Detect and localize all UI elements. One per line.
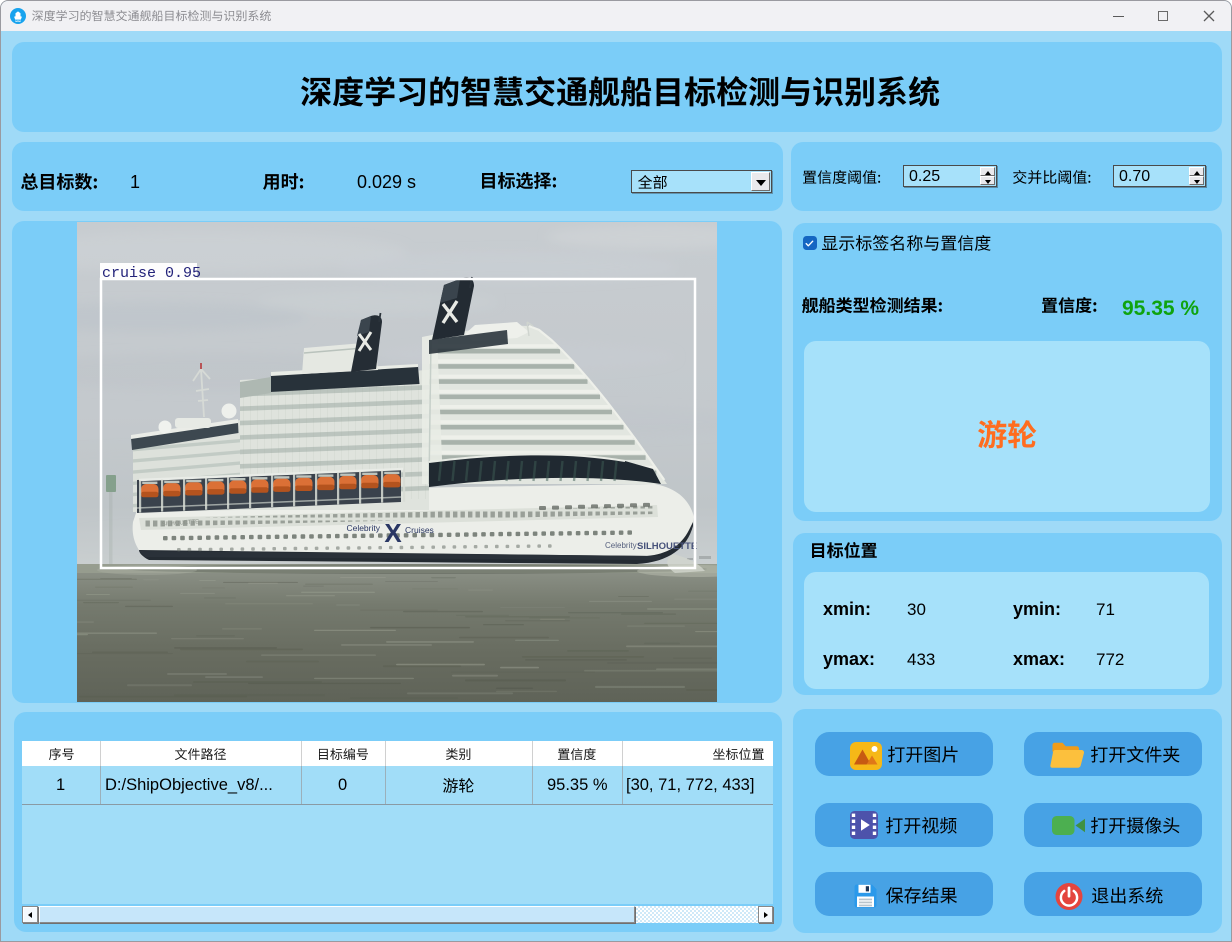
svg-text:cruise 0.95: cruise 0.95 (102, 265, 201, 282)
svg-text:Celebrity: Celebrity (346, 523, 380, 533)
svg-text:Cruises: Cruises (405, 525, 434, 535)
svg-text:SILHOUETTE: SILHOUETTE (637, 541, 697, 552)
svg-text:Celebrity: Celebrity (605, 541, 637, 550)
svg-text:X: X (384, 518, 402, 548)
